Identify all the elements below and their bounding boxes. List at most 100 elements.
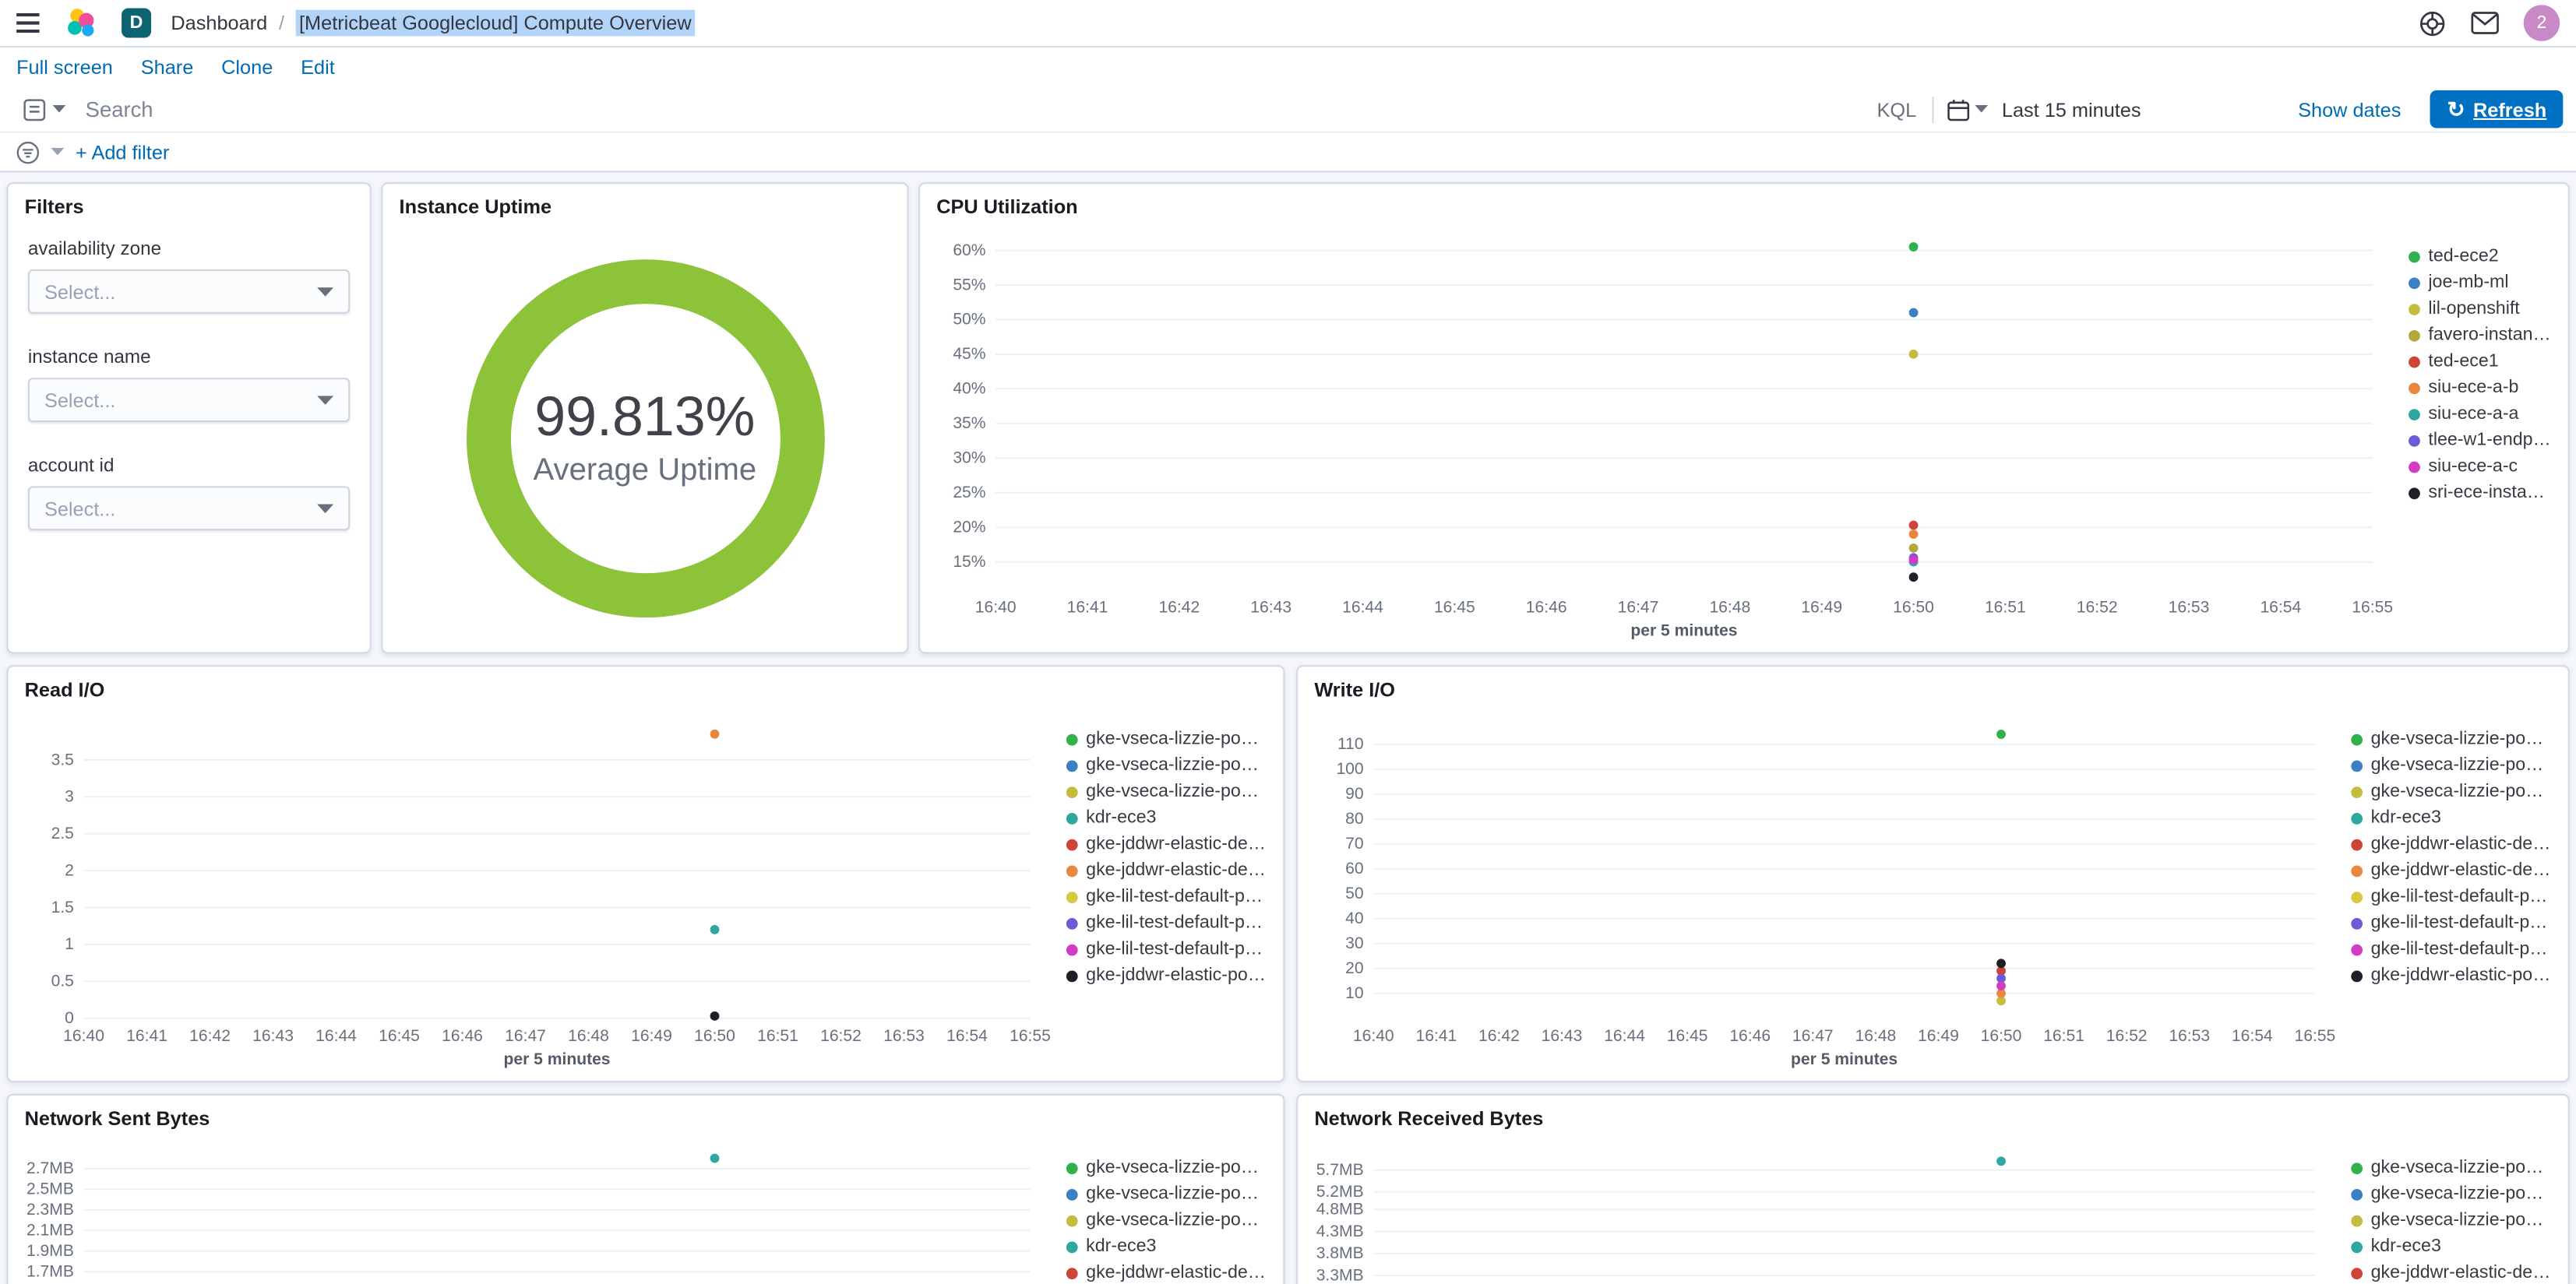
legend-item[interactable]: ted-ece1: [2409, 348, 2552, 375]
legend-dot: [2351, 1267, 2363, 1279]
legend-item[interactable]: gke-vseca-lizzie-pool-1-1877...: [2351, 726, 2552, 752]
legend-item[interactable]: ted-ece2: [2409, 243, 2552, 269]
legend-item[interactable]: siu-ece-a-b: [2409, 375, 2552, 401]
write-io-chart[interactable]: 110 100 90 80 70 60 50 40 30 20 10 16:40 16:41 16:42 1…: [1308, 706, 2342, 1074]
legend-item[interactable]: gke-lil-test-default-pool-c1e...: [2351, 884, 2552, 910]
legend-label: gke-vseca-lizzie-pool-1-630...: [1086, 781, 1267, 802]
legend-item[interactable]: gke-jddwr-elastic-pool-3-74...: [1066, 962, 1267, 989]
legend-item[interactable]: favero-instance: [2409, 322, 2552, 348]
legend-item[interactable]: gke-lil-test-default-pool-c1e...: [2351, 936, 2552, 962]
svg-text:16:41: 16:41: [1415, 1027, 1457, 1045]
svg-text:20%: 20%: [953, 519, 985, 536]
query-language-toggle[interactable]: KQL: [1860, 97, 1933, 121]
legend-item[interactable]: gke-lil-test-default-pool-c1e...: [2351, 909, 2552, 936]
legend-item[interactable]: siu-ece-a-a: [2409, 401, 2552, 427]
show-dates-link[interactable]: Show dates: [2298, 97, 2401, 121]
legend-label: lil-openshift: [2428, 298, 2520, 319]
legend-item[interactable]: gke-vseca-lizzie-pool-1-630...: [2351, 779, 2552, 805]
legend-item[interactable]: kdr-ece3: [2351, 1233, 2551, 1260]
legend-item[interactable]: gke-jddwr-elastic-default-po...: [1066, 831, 1267, 857]
clone-link[interactable]: Clone: [221, 56, 273, 79]
svg-text:2: 2: [65, 861, 74, 879]
legend-dot: [2351, 969, 2363, 982]
svg-text:16:44: 16:44: [1342, 599, 1383, 617]
search-input[interactable]: [76, 97, 1861, 122]
legend-item[interactable]: gke-vseca-lizzie-pool-1-c417...: [2351, 752, 2552, 779]
svg-text:90: 90: [1345, 785, 1363, 803]
chevron-down-icon[interactable]: [51, 147, 65, 157]
instance-name-select[interactable]: Select...: [27, 378, 351, 423]
legend-item[interactable]: gke-vseca-lizzie-pool-1-c417...: [1066, 1181, 1267, 1208]
svg-text:1.5: 1.5: [51, 899, 74, 916]
filter-bar: + Add filter: [0, 132, 2576, 173]
legend-item[interactable]: gke-lil-test-default-pool-c1e...: [1066, 936, 1267, 962]
full-screen-link[interactable]: Full screen: [16, 56, 113, 79]
legend-item[interactable]: gke-vseca-lizzie-pool-1-1877...: [1066, 1155, 1267, 1181]
legend-item[interactable]: gke-vseca-lizzie-pool-1-c417...: [1066, 752, 1267, 779]
availability-zone-select[interactable]: Select...: [27, 269, 351, 314]
network-sent-bytes-chart[interactable]: 2.7MB2.5MB2.3MB2.1MB1.9MB1.7MB1.5MB16:40…: [18, 1134, 1056, 1284]
legend-item[interactable]: gke-jddwr-elastic-default-po...: [1066, 857, 1267, 884]
legend-item[interactable]: kdr-ece3: [1066, 1233, 1267, 1260]
panel-read-io: Read I/O 3.5 3 2.5 2 1.5 1 0.5 0 16:40 16:41 16:42…: [6, 665, 1285, 1082]
add-filter-link[interactable]: + Add filter: [76, 140, 169, 164]
svg-text:16:43: 16:43: [1542, 1027, 1583, 1045]
legend-item[interactable]: joe-mb-ml: [2409, 269, 2552, 296]
legend-label: gke-jddwr-elastic-default-po...: [2370, 834, 2552, 854]
cpu-utilization-chart[interactable]: 60% 55% 50% 45% 40% 35% 30% 25% 20% 15% 16:40 16:41…: [930, 223, 2399, 646]
legend-item[interactable]: gke-lil-test-default-pool-c1e...: [1066, 909, 1267, 936]
legend-item[interactable]: gke-jddwr-elastic-pool-3-74...: [2351, 962, 2552, 989]
legend-dot: [1066, 1240, 1078, 1253]
legend-item[interactable]: gke-vseca-lizzie-pool-1-1877...: [2351, 1155, 2552, 1181]
legend-item[interactable]: gke-vseca-lizzie-pool-1-1877...: [1066, 726, 1267, 752]
calendar-menu-button[interactable]: [1947, 97, 1989, 121]
legend-item[interactable]: siu-ece-a-c: [2409, 453, 2552, 480]
account-id-select[interactable]: Select...: [27, 486, 351, 531]
elastic-logo[interactable]: [65, 6, 98, 39]
read-io-chart[interactable]: 3.5 3 2.5 2 1.5 1 0.5 0 16:40 16:41 16:42 16:43 16:4…: [18, 706, 1056, 1074]
network-received-bytes-chart[interactable]: 5.7MB5.2MB4.8MB4.3MB3.8MB3.3MB16:4016:41…: [1308, 1134, 2342, 1284]
svg-text:16:42: 16:42: [1478, 1027, 1520, 1045]
time-range-button[interactable]: Last 15 minutes: [2002, 97, 2285, 121]
legend-item[interactable]: kdr-ece3: [2351, 805, 2551, 832]
svg-text:16:48: 16:48: [1855, 1027, 1896, 1045]
legend-label: siu-ece-a-a: [2428, 403, 2519, 424]
legend-item[interactable]: lil-openshift: [2409, 296, 2552, 322]
saved-query-menu-button[interactable]: [13, 97, 76, 121]
legend-item[interactable]: gke-jddwr-elastic-default-po...: [2351, 1260, 2552, 1284]
user-avatar[interactable]: 2: [2523, 5, 2560, 41]
breadcrumb-dashboard[interactable]: Dashboard: [171, 12, 267, 35]
legend-item[interactable]: gke-vseca-lizzie-pool-1-630...: [1066, 1207, 1267, 1233]
legend-label: gke-jddwr-elastic-default-po...: [1086, 1262, 1267, 1283]
notifications-button[interactable]: [2471, 12, 2499, 35]
legend-item[interactable]: kdr-ece3: [1066, 805, 1267, 832]
menu-toggle-button[interactable]: [16, 12, 40, 33]
legend-item[interactable]: gke-vseca-lizzie-pool-1-630...: [1066, 779, 1267, 805]
edit-link[interactable]: Edit: [301, 56, 335, 79]
legend-item[interactable]: gke-jddwr-elastic-default-po...: [2351, 831, 2552, 857]
share-link[interactable]: Share: [141, 56, 194, 79]
space-badge[interactable]: D: [122, 8, 152, 38]
legend-item[interactable]: tlee-w1-endpoint: [2409, 427, 2552, 453]
legend-item[interactable]: sri-ece-instance: [2409, 480, 2552, 506]
svg-text:16:45: 16:45: [1667, 1027, 1708, 1045]
legend-item[interactable]: gke-jddwr-elastic-default-po...: [1066, 1260, 1267, 1284]
legend-dot: [2409, 355, 2420, 368]
legend-dot: [1066, 759, 1078, 772]
legend-item[interactable]: gke-jddwr-elastic-default-po...: [2351, 857, 2552, 884]
legend-item[interactable]: gke-lil-test-default-pool-c1e...: [1066, 884, 1267, 910]
legend-dot: [2409, 487, 2420, 499]
legend-dot: [2409, 460, 2420, 473]
chevron-down-icon: [317, 287, 334, 296]
legend-item[interactable]: gke-vseca-lizzie-pool-1-630...: [2351, 1207, 2552, 1233]
refresh-button[interactable]: ↻ Refresh: [2430, 90, 2564, 128]
svg-text:25%: 25%: [953, 484, 985, 501]
svg-text:4.3MB: 4.3MB: [1316, 1222, 1364, 1240]
legend-item[interactable]: gke-vseca-lizzie-pool-1-c417...: [2351, 1181, 2552, 1208]
help-button[interactable]: [2419, 9, 2447, 37]
legend-dot: [1066, 1214, 1078, 1226]
svg-text:16:48: 16:48: [1709, 599, 1750, 617]
filter-options-button[interactable]: [16, 140, 40, 164]
dashboard-grid: Filters availability zone Select... inst…: [0, 172, 2576, 1284]
network-received-bytes-legend: gke-vseca-lizzie-pool-1-1877... gke-vseca…: [2342, 1134, 2558, 1284]
